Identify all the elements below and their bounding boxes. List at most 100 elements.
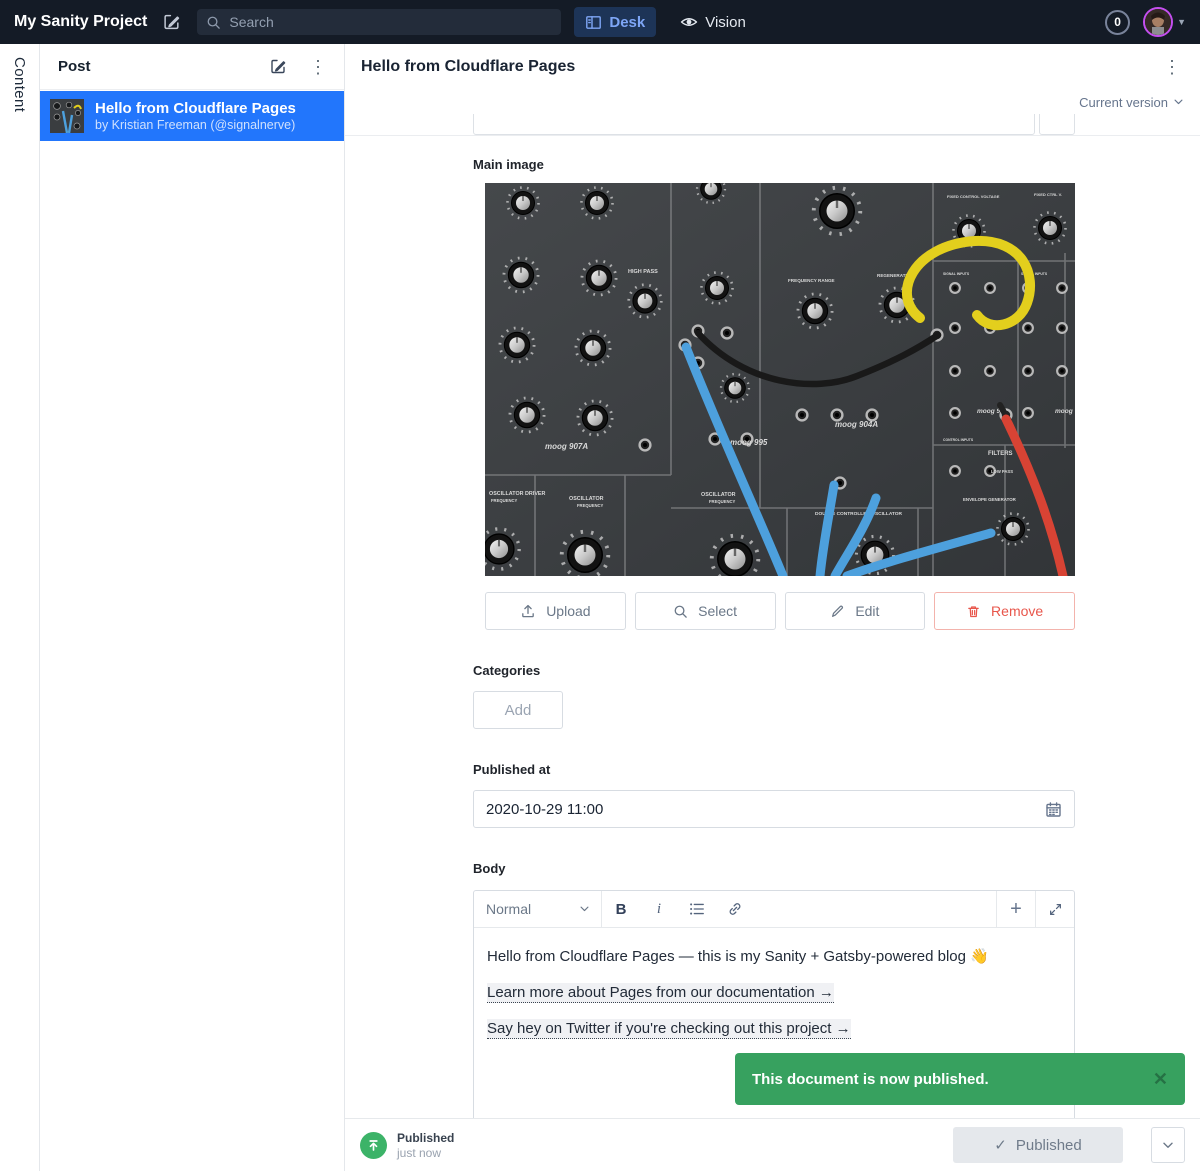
top-navbar: My Sanity Project Search Desk Vision 0 ▼ bbox=[0, 0, 1200, 44]
svg-text:moog: moog bbox=[1055, 408, 1073, 415]
svg-text:moog 995: moog 995 bbox=[730, 438, 768, 447]
search-icon bbox=[206, 15, 221, 30]
document-scroll-area[interactable]: Main image bbox=[345, 114, 1200, 1118]
bullet-list-button[interactable] bbox=[678, 891, 716, 927]
tab-vision[interactable]: Vision bbox=[669, 7, 757, 37]
paragraph-style-select[interactable]: Normal bbox=[474, 891, 602, 927]
post-list-pane: Post ⋮ Hello from Cloudflare Pages by Kr… bbox=[40, 44, 345, 1171]
chevron-down-icon bbox=[1163, 1142, 1173, 1149]
create-post-button[interactable] bbox=[266, 55, 290, 79]
svg-text:FILTERS: FILTERS bbox=[988, 451, 1013, 457]
svg-text:moog 907A: moog 907A bbox=[545, 442, 588, 451]
svg-text:FREQUENCY: FREQUENCY bbox=[491, 498, 517, 503]
document-footer: Published just now ✓ Published bbox=[345, 1118, 1200, 1171]
slug-input-partial[interactable] bbox=[473, 114, 1035, 135]
main-image-label: Main image bbox=[473, 157, 1075, 172]
chevron-down-icon bbox=[580, 906, 589, 912]
insert-block-button[interactable]: + bbox=[997, 891, 1035, 927]
chevron-down-icon: ▼ bbox=[1177, 17, 1186, 27]
trash-icon bbox=[966, 604, 981, 619]
post-item-text: Hello from Cloudflare Pages by Kristian … bbox=[95, 99, 296, 133]
upload-button[interactable]: Upload bbox=[485, 592, 626, 630]
toast-message: This document is now published. bbox=[752, 1071, 989, 1088]
publish-menu-button[interactable] bbox=[1151, 1127, 1185, 1163]
pencil-icon bbox=[830, 604, 845, 619]
published-at-label: Published at bbox=[473, 762, 1075, 777]
tab-desk-label: Desk bbox=[609, 14, 645, 31]
workspace: Content Post ⋮ Hello from Cloudflare Pag… bbox=[0, 44, 1200, 1171]
check-icon: ✓ bbox=[994, 1136, 1007, 1154]
publish-status: Published just now bbox=[397, 1131, 454, 1160]
body-link[interactable]: Learn more about Pages from our document… bbox=[487, 983, 834, 1003]
editor-content[interactable]: Hello from Cloudflare Pages — this is my… bbox=[474, 928, 1074, 1072]
publish-status-time: just now bbox=[397, 1146, 454, 1160]
svg-text:FIXED CTRL V.: FIXED CTRL V. bbox=[1034, 192, 1062, 197]
publish-status-title: Published bbox=[397, 1131, 454, 1146]
calendar-icon[interactable] bbox=[1045, 801, 1062, 818]
body-link[interactable]: Say hey on Twitter if you're checking ou… bbox=[487, 1019, 851, 1039]
svg-text:FREQUENCY: FREQUENCY bbox=[577, 503, 603, 508]
svg-text:SIGNAL INPUTS: SIGNAL INPUTS bbox=[943, 272, 970, 276]
search-placeholder: Search bbox=[229, 14, 273, 30]
post-item-subtitle: by Kristian Freeman (@signalnerve) bbox=[95, 118, 296, 133]
add-category-button[interactable]: Add bbox=[473, 691, 563, 729]
svg-text:OSCILLATOR: OSCILLATOR bbox=[701, 492, 736, 498]
new-document-button[interactable] bbox=[160, 10, 184, 34]
document-form: Main image bbox=[345, 157, 1075, 1118]
post-item-title: Hello from Cloudflare Pages bbox=[95, 99, 296, 118]
document-pane: Hello from Cloudflare Pages ⋮ Current ve… bbox=[345, 44, 1200, 1171]
chevron-down-icon bbox=[1174, 99, 1183, 105]
user-menu[interactable]: ▼ bbox=[1143, 7, 1186, 37]
version-selector[interactable]: Current version bbox=[345, 90, 1200, 114]
post-list-header: Post ⋮ bbox=[40, 44, 344, 90]
main-image-photo[interactable]: HIGH PASS FREQUENCY RANGE REGENERATION F… bbox=[485, 183, 1075, 576]
select-label: Select bbox=[698, 603, 737, 619]
remove-button[interactable]: Remove bbox=[934, 592, 1075, 630]
search-input[interactable]: Search bbox=[197, 9, 561, 35]
upload-icon bbox=[520, 603, 536, 619]
bold-button[interactable]: B bbox=[602, 891, 640, 927]
tab-vision-label: Vision bbox=[705, 14, 746, 31]
svg-text:FIXED CONTROL VOLTAGE: FIXED CONTROL VOLTAGE bbox=[947, 194, 1000, 199]
svg-text:LOW PASS: LOW PASS bbox=[991, 469, 1013, 474]
more-menu-icon[interactable]: ⋮ bbox=[306, 58, 330, 76]
body-paragraph: Say hey on Twitter if you're checking ou… bbox=[487, 1018, 1061, 1040]
compose-icon bbox=[270, 58, 287, 75]
version-label: Current version bbox=[1079, 95, 1168, 110]
svg-text:moog 904A: moog 904A bbox=[835, 420, 878, 429]
remove-label: Remove bbox=[991, 603, 1043, 619]
edit-label: Edit bbox=[855, 603, 879, 619]
svg-text:CONTROL INPUTS: CONTROL INPUTS bbox=[943, 438, 974, 442]
tab-desk[interactable]: Desk bbox=[574, 7, 656, 37]
publish-button-label: Published bbox=[1016, 1137, 1082, 1154]
content-rail-label[interactable]: Content bbox=[11, 57, 28, 1171]
italic-button[interactable]: i bbox=[640, 891, 678, 927]
body-paragraph[interactable]: Hello from Cloudflare Pages — this is my… bbox=[487, 946, 1061, 968]
upload-label: Upload bbox=[546, 603, 590, 619]
select-button[interactable]: Select bbox=[635, 592, 776, 630]
svg-text:FREQUENCY RANGE: FREQUENCY RANGE bbox=[788, 278, 835, 283]
editor-toolbar: Normal B i + bbox=[474, 891, 1074, 928]
compose-icon bbox=[163, 13, 181, 31]
expand-editor-button[interactable] bbox=[1036, 891, 1074, 927]
published-status-icon bbox=[360, 1132, 387, 1159]
list-item-post[interactable]: Hello from Cloudflare Pages by Kristian … bbox=[40, 91, 344, 141]
document-header: Hello from Cloudflare Pages ⋮ bbox=[345, 44, 1200, 90]
edit-button[interactable]: Edit bbox=[785, 592, 926, 630]
close-icon[interactable]: ✕ bbox=[1153, 1069, 1168, 1090]
body-label: Body bbox=[473, 861, 1075, 876]
notifications-badge[interactable]: 0 bbox=[1105, 10, 1130, 35]
desk-icon bbox=[585, 14, 602, 31]
scrolled-field-remnant bbox=[345, 114, 1200, 136]
published-at-input[interactable]: 2020-10-29 11:00 bbox=[473, 790, 1075, 828]
svg-text:HIGH PASS: HIGH PASS bbox=[628, 269, 658, 275]
image-actions: Upload Select Edit bbox=[485, 592, 1075, 630]
more-menu-icon[interactable]: ⋮ bbox=[1160, 58, 1184, 76]
eye-icon bbox=[680, 14, 698, 30]
link-button[interactable] bbox=[716, 891, 754, 927]
style-select-value: Normal bbox=[486, 901, 574, 917]
publish-button[interactable]: ✓ Published bbox=[953, 1127, 1123, 1163]
svg-text:OSCILLATOR: OSCILLATOR bbox=[569, 496, 604, 502]
slug-button-partial[interactable] bbox=[1039, 114, 1075, 135]
main-image-field: HIGH PASS FREQUENCY RANGE REGENERATION F… bbox=[485, 183, 1075, 630]
